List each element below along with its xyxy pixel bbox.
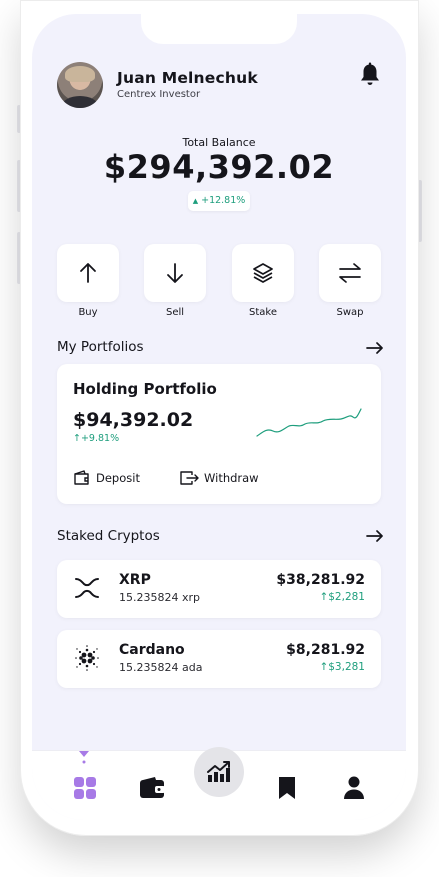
bookmark-icon	[279, 777, 295, 799]
buy-button[interactable]	[57, 244, 119, 302]
user-role: Centrex Investor	[117, 89, 201, 100]
stake-label: Stake	[249, 307, 277, 318]
portfolio-card[interactable]: Holding Portfolio $94,392.02 ↑+9.81% Dep…	[57, 364, 381, 504]
wallet-outline-icon	[74, 470, 89, 485]
sparkline-chart	[256, 408, 362, 437]
swap-button[interactable]	[319, 244, 381, 302]
swap-icon	[339, 263, 361, 283]
deposit-label: Deposit	[96, 471, 140, 485]
triangle-up-icon: ▲	[192, 197, 199, 205]
app-screen: Juan Melnechuk Centrex Investor Total Ba…	[32, 14, 406, 820]
cardano-icon	[75, 645, 99, 671]
nav-chart[interactable]	[194, 747, 244, 797]
wallet-icon	[140, 777, 165, 798]
avatar[interactable]	[57, 62, 103, 108]
arrow-right-icon[interactable]	[366, 529, 384, 543]
sell-label: Sell	[165, 307, 185, 318]
balance-change: +12.81%	[201, 195, 246, 206]
nav-wallet[interactable]	[139, 775, 165, 801]
bottom-nav	[32, 747, 406, 820]
portfolio-value: $94,392.02	[73, 409, 194, 431]
xrp-icon	[75, 578, 99, 598]
deposit-button[interactable]: Deposit	[73, 470, 140, 486]
coin-amount: 15.235824 ada	[119, 661, 203, 674]
staked-item-xrp[interactable]: XRP 15.235824 xrp $38,281.92 ↑$2,281	[57, 560, 381, 618]
arrow-down-icon	[167, 263, 183, 283]
bell-icon[interactable]	[358, 62, 382, 88]
active-indicator-icon	[79, 751, 89, 764]
nav-profile[interactable]	[341, 775, 367, 801]
withdraw-button[interactable]: Withdraw	[179, 470, 259, 486]
staked-item-cardano[interactable]: Cardano 15.235824 ada $8,281.92 ↑$3,281	[57, 630, 381, 688]
stake-button[interactable]	[232, 244, 294, 302]
profile-icon	[344, 776, 364, 799]
portfolio-title: Holding Portfolio	[73, 380, 217, 398]
arrow-up-small-icon: ↑	[73, 433, 81, 444]
withdraw-label: Withdraw	[204, 471, 259, 485]
arrow-up-small-icon: ↑	[319, 591, 329, 603]
sell-button[interactable]	[144, 244, 206, 302]
nav-bookmark[interactable]	[274, 775, 300, 801]
arrow-up-small-icon: ↑	[319, 661, 329, 673]
notch	[141, 14, 297, 44]
coin-value: $8,281.92	[286, 642, 365, 658]
staked-title: Staked Cryptos	[57, 528, 160, 544]
coin-change: ↑$2,281	[319, 591, 365, 603]
portfolios-title: My Portfolios	[57, 339, 144, 355]
arrow-right-icon[interactable]	[366, 341, 384, 355]
coin-change: ↑$3,281	[319, 661, 365, 673]
nav-dashboard[interactable]	[72, 775, 98, 801]
balance-value: $294,392.02	[103, 148, 335, 186]
chart-icon	[207, 761, 230, 782]
layers-icon	[253, 263, 273, 283]
coin-name: XRP	[119, 572, 151, 588]
coin-name: Cardano	[119, 642, 185, 658]
portfolio-change: ↑+9.81%	[73, 433, 120, 444]
coin-amount: 15.235824 xrp	[119, 591, 200, 604]
balance-change-badge: ▲ +12.81%	[188, 191, 250, 211]
user-name: Juan Melnechuk	[117, 69, 258, 87]
buy-label: Buy	[78, 307, 98, 318]
arrow-up-icon	[80, 263, 96, 283]
dashboard-icon	[74, 777, 96, 799]
withdraw-icon	[180, 471, 199, 485]
swap-label: Swap	[336, 307, 364, 318]
coin-value: $38,281.92	[276, 572, 365, 588]
